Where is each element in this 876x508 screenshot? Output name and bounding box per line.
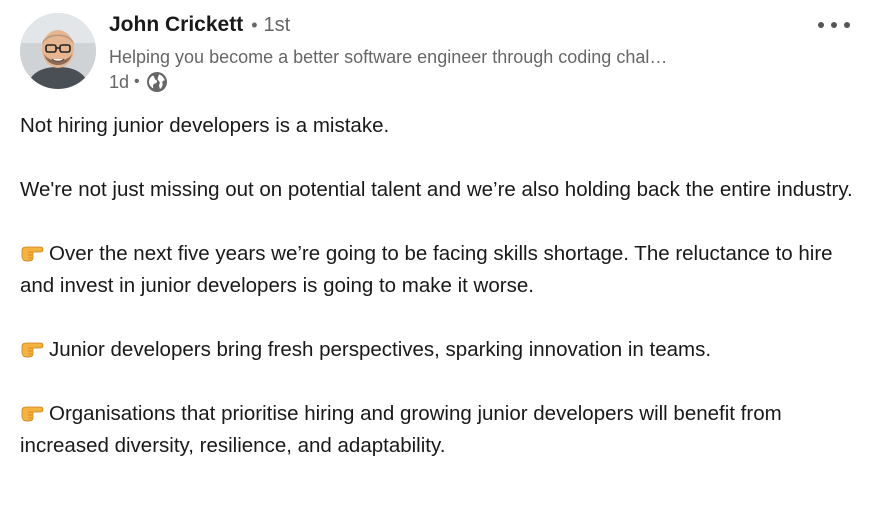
globe-icon [146, 71, 168, 93]
more-options-button[interactable] [814, 13, 854, 37]
post-paragraph: Over the next five years we’re going to … [20, 238, 860, 302]
feed-post: John Crickett • 1st Helping you become a… [0, 0, 876, 508]
post-time: 1d [109, 71, 130, 92]
more-horizontal-icon [818, 22, 850, 28]
pointing-right-icon [20, 400, 44, 422]
post-paragraph: We're not just missing out on potential … [20, 174, 860, 206]
paragraph-text: Organisations that prioritise hiring and… [20, 402, 782, 457]
author-photo [20, 13, 96, 89]
degree-separator: • [251, 15, 258, 35]
author-name-row: John Crickett • 1st [109, 13, 796, 43]
paragraph-text: We're not just missing out on potential … [20, 178, 853, 201]
author-avatar[interactable] [20, 13, 96, 89]
author-name[interactable]: John Crickett [109, 13, 243, 37]
connection-degree: 1st [263, 14, 291, 36]
pointing-right-icon [20, 240, 44, 262]
author-meta: John Crickett • 1st Helping you become a… [109, 13, 796, 94]
post-paragraph: Organisations that prioritise hiring and… [20, 398, 860, 462]
pointing-right-icon [20, 336, 44, 358]
post-paragraph: Not hiring junior developers is a mistak… [20, 110, 860, 142]
author-headline: Helping you become a better software eng… [109, 47, 668, 67]
post-time-row: 1d • [109, 70, 796, 94]
paragraph-text: Junior developers bring fresh perspectiv… [49, 338, 712, 361]
paragraph-text: Over the next five years we’re going to … [20, 242, 833, 297]
post-paragraph: Junior developers bring fresh perspectiv… [20, 334, 860, 366]
paragraph-text: Not hiring junior developers is a mistak… [20, 114, 390, 137]
post-body: Not hiring junior developers is a mistak… [20, 110, 860, 462]
post-header: John Crickett • 1st Helping you become a… [20, 13, 856, 97]
time-separator: • [134, 73, 140, 90]
